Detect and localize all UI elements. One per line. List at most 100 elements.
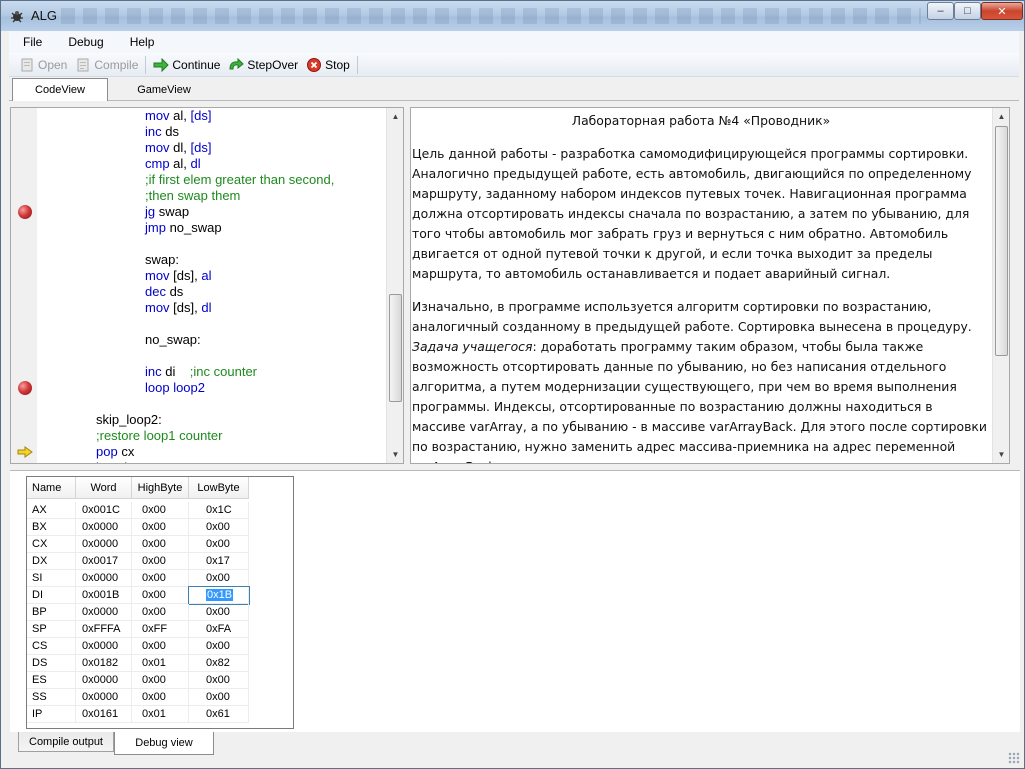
register-row[interactable]: IP 0x0161 0x01 0x61 (27, 706, 249, 723)
code-scroll-thumb[interactable] (389, 294, 402, 402)
breakpoint-icon[interactable] (18, 381, 32, 395)
code-line[interactable]: mov [ds], dl (145, 300, 211, 316)
step-over-button[interactable]: StepOver (224, 55, 302, 75)
register-lowbyte-cell[interactable]: 0x17 (189, 553, 249, 570)
title-bar[interactable]: ALG – □ ✕ (1, 1, 1024, 31)
minimize-button[interactable]: – (927, 2, 954, 20)
maximize-button[interactable]: □ (954, 2, 981, 20)
code-line[interactable]: loop loop2 (145, 380, 205, 396)
register-highbyte-cell[interactable]: 0x00 (132, 502, 189, 519)
register-name-cell[interactable]: ES (27, 672, 76, 689)
code-line[interactable]: pop cx (96, 444, 134, 460)
register-lowbyte-cell[interactable]: 0x1C (189, 502, 249, 519)
register-row[interactable]: BP 0x0000 0x00 0x00 (27, 604, 249, 621)
compile-button[interactable]: Compile (71, 55, 142, 75)
tab-game-view[interactable]: GameView (110, 79, 218, 100)
register-name-cell[interactable]: DI (27, 587, 76, 604)
register-row[interactable]: ES 0x0000 0x00 0x00 (27, 672, 249, 689)
breakpoint-gutter[interactable] (11, 108, 37, 463)
code-line[interactable]: ;then swap them (145, 188, 240, 204)
register-word-cell[interactable]: 0x0000 (76, 570, 132, 587)
register-highbyte-cell[interactable]: 0x00 (132, 536, 189, 553)
code-line[interactable]: swap: (145, 252, 179, 268)
register-name-cell[interactable]: AX (27, 502, 76, 519)
register-highbyte-cell[interactable]: 0x00 (132, 689, 189, 706)
register-highbyte-cell[interactable]: 0x00 (132, 570, 189, 587)
code-line[interactable]: inc di ;inc counter (145, 364, 257, 380)
register-name-cell[interactable]: BX (27, 519, 76, 536)
register-word-cell[interactable]: 0x001C (76, 502, 132, 519)
register-word-cell[interactable]: 0x0017 (76, 553, 132, 570)
register-row[interactable]: AX 0x001C 0x00 0x1C (27, 502, 249, 519)
register-lowbyte-cell[interactable]: 0xFA (189, 621, 249, 638)
code-scrollbar[interactable]: ▲ ▼ (386, 108, 403, 463)
register-highbyte-cell[interactable]: 0x01 (132, 655, 189, 672)
code-line[interactable]: ;if first elem greater than second, (145, 172, 334, 188)
register-row[interactable]: DS 0x0182 0x01 0x82 (27, 655, 249, 672)
register-highbyte-cell[interactable]: 0x00 (132, 672, 189, 689)
scroll-down-arrow-icon[interactable]: ▼ (993, 446, 1009, 463)
register-name-cell[interactable]: DX (27, 553, 76, 570)
description-scrollbar[interactable]: ▲ ▼ (992, 108, 1009, 463)
tab-compile-output[interactable]: Compile output (18, 732, 114, 752)
register-name-cell[interactable]: SP (27, 621, 76, 638)
register-word-cell[interactable]: 0x0182 (76, 655, 132, 672)
register-grid[interactable]: Name Word HighByte LowByte AX 0x001C 0x00 0… (26, 476, 294, 729)
code-line[interactable]: jg swap (145, 204, 189, 220)
column-header-highbyte[interactable]: HighByte (132, 477, 189, 499)
register-row[interactable]: CS 0x0000 0x00 0x00 (27, 638, 249, 655)
register-name-cell[interactable]: DS (27, 655, 76, 672)
register-lowbyte-cell[interactable]: 0x00 (189, 570, 249, 587)
resize-grip-icon[interactable] (1008, 752, 1020, 764)
scroll-up-arrow-icon[interactable]: ▲ (993, 108, 1009, 125)
code-line[interactable]: inc ds (145, 124, 179, 140)
register-word-cell[interactable]: 0x0000 (76, 672, 132, 689)
register-name-cell[interactable]: SI (27, 570, 76, 587)
register-name-cell[interactable]: SS (27, 689, 76, 706)
menu-file[interactable]: File (9, 35, 54, 49)
register-highbyte-cell[interactable]: 0x00 (132, 587, 189, 604)
code-editor[interactable]: mov al, [ds] inc ds mov dl, [ds] cmp al, dl… (10, 107, 404, 464)
register-word-cell[interactable]: 0x0000 (76, 536, 132, 553)
menu-debug[interactable]: Debug (54, 35, 115, 49)
menu-help[interactable]: Help (116, 35, 167, 49)
column-header-word[interactable]: Word (76, 477, 132, 499)
code-line[interactable]: mov dl, [ds] (145, 140, 212, 156)
code-line[interactable]: dec ds (145, 284, 183, 300)
continue-button[interactable]: Continue (149, 55, 224, 75)
code-line[interactable]: mov al, [ds] (145, 108, 212, 124)
register-name-cell[interactable]: IP (27, 706, 76, 723)
register-lowbyte-cell[interactable]: 0x00 (189, 604, 249, 621)
tab-debug-view[interactable]: Debug view (114, 732, 214, 755)
register-row[interactable]: CX 0x0000 0x00 0x00 (27, 536, 249, 553)
register-word-cell[interactable]: 0x0000 (76, 638, 132, 655)
task-description-panel[interactable]: Лабораторная работа №4 «Проводник» Цель … (410, 107, 1010, 464)
scroll-down-arrow-icon[interactable]: ▼ (387, 446, 403, 463)
register-row[interactable]: SS 0x0000 0x00 0x00 (27, 689, 249, 706)
code-line[interactable]: loop loop1 (96, 460, 156, 463)
register-highbyte-cell[interactable]: 0x01 (132, 706, 189, 723)
register-highbyte-cell[interactable]: 0x00 (132, 638, 189, 655)
column-header-lowbyte[interactable]: LowByte (189, 477, 249, 499)
register-word-cell[interactable]: 0x0000 (76, 689, 132, 706)
code-line[interactable]: jmp no_swap (145, 220, 222, 236)
register-highbyte-cell[interactable]: 0xFF (132, 621, 189, 638)
register-name-cell[interactable]: CS (27, 638, 76, 655)
register-row[interactable]: SP 0xFFFA 0xFF 0xFA (27, 621, 249, 638)
code-line[interactable]: mov [ds], al (145, 268, 211, 284)
description-scroll-thumb[interactable] (995, 126, 1008, 356)
register-lowbyte-cell[interactable]: 0x00 (189, 689, 249, 706)
register-name-cell[interactable]: BP (27, 604, 76, 621)
tab-code-view[interactable]: CodeView (12, 78, 108, 101)
register-word-cell[interactable]: 0x0161 (76, 706, 132, 723)
register-word-cell[interactable]: 0x0000 (76, 604, 132, 621)
code-lines[interactable]: mov al, [ds] inc ds mov dl, [ds] cmp al, dl… (41, 108, 386, 463)
register-row[interactable]: DI 0x001B 0x00 0x1B (27, 586, 250, 605)
register-lowbyte-cell[interactable]: 0x00 (189, 672, 249, 689)
code-line[interactable]: cmp al, dl (145, 156, 201, 172)
register-word-cell[interactable]: 0xFFFA (76, 621, 132, 638)
register-highbyte-cell[interactable]: 0x00 (132, 604, 189, 621)
register-highbyte-cell[interactable]: 0x00 (132, 519, 189, 536)
breakpoint-icon[interactable] (18, 205, 32, 219)
register-highbyte-cell[interactable]: 0x00 (132, 553, 189, 570)
